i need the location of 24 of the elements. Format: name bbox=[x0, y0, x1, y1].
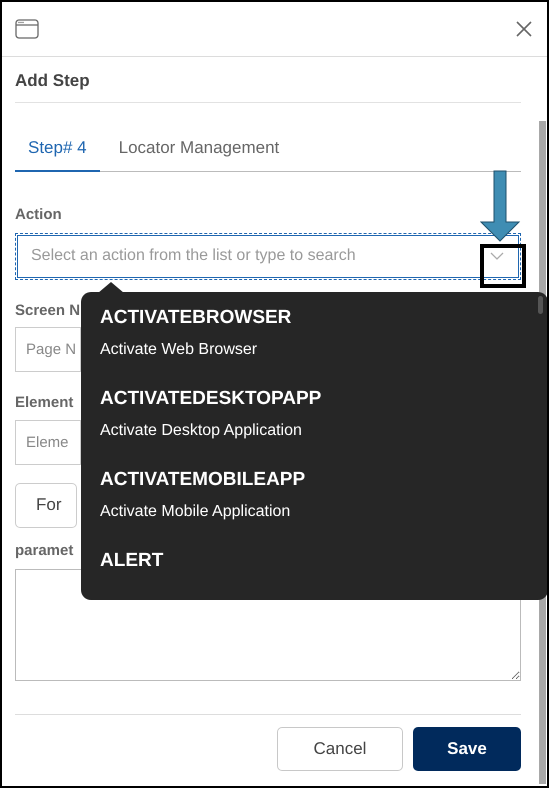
element-field[interactable]: Eleme bbox=[15, 420, 81, 464]
tab[interactable]: Step# 4 bbox=[15, 133, 100, 172]
window-icon bbox=[15, 19, 39, 39]
field-label: Action bbox=[15, 205, 62, 225]
chevron-down-icon bbox=[490, 252, 504, 260]
screen-name-field[interactable]: Page N bbox=[15, 327, 81, 372]
highlight-frame bbox=[480, 244, 526, 288]
field-label: paramet bbox=[15, 540, 74, 560]
format-button[interactable]: For bbox=[15, 482, 77, 528]
tab[interactable]: Locator Management bbox=[106, 133, 292, 172]
down-arrow-annotation bbox=[480, 170, 522, 242]
field-label: Screen N bbox=[15, 300, 80, 320]
dialog-title: Add Step bbox=[15, 70, 90, 92]
close-icon bbox=[515, 20, 533, 38]
cancel-button[interactable]: Cancel bbox=[277, 727, 403, 771]
dropdown-option[interactable]: ACTIVATEBROWSER Activate Web Browser bbox=[100, 306, 547, 387]
field-label: Element bbox=[15, 393, 74, 413]
close-button[interactable] bbox=[514, 19, 534, 39]
action-select[interactable]: Select an action from the list or type to search bbox=[17, 234, 519, 278]
scrollbar-thumb[interactable] bbox=[538, 296, 543, 314]
dropdown-option[interactable]: ACTIVATEMOBILEAPP Activate Mobile Application bbox=[100, 468, 547, 549]
save-button[interactable]: Save bbox=[413, 727, 521, 771]
dropdown-option[interactable]: ACTIVATEDESKTOPAPP Activate Desktop Application bbox=[100, 387, 547, 468]
dropdown-option[interactable]: ALERT bbox=[100, 549, 547, 593]
